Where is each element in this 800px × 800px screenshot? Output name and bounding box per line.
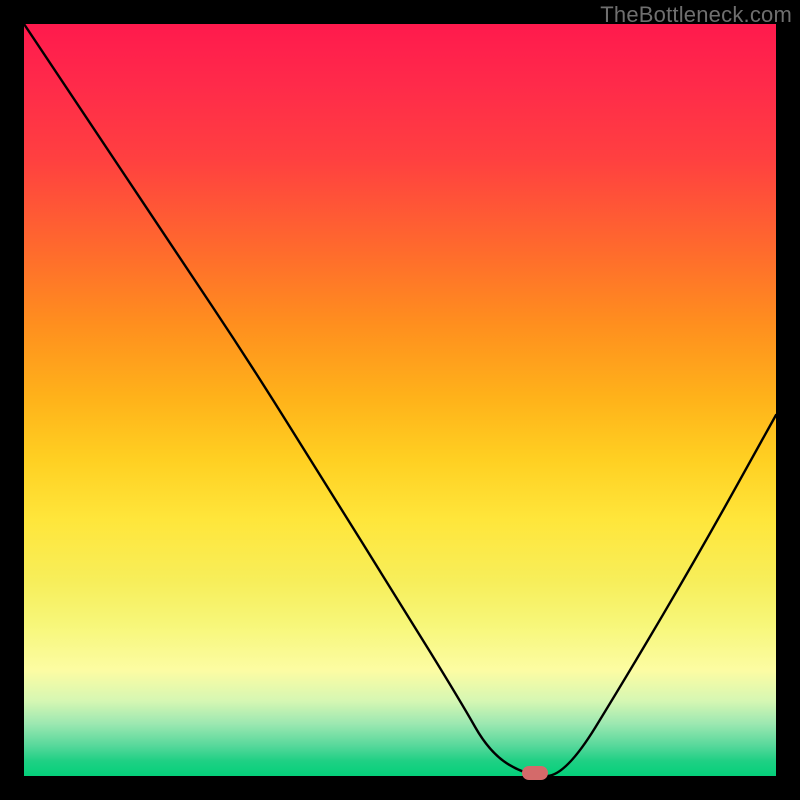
optimum-marker (522, 766, 548, 780)
plot-area (24, 24, 776, 776)
bottleneck-curve (24, 24, 776, 776)
chart-frame: TheBottleneck.com (0, 0, 800, 800)
curve-svg (24, 24, 776, 776)
